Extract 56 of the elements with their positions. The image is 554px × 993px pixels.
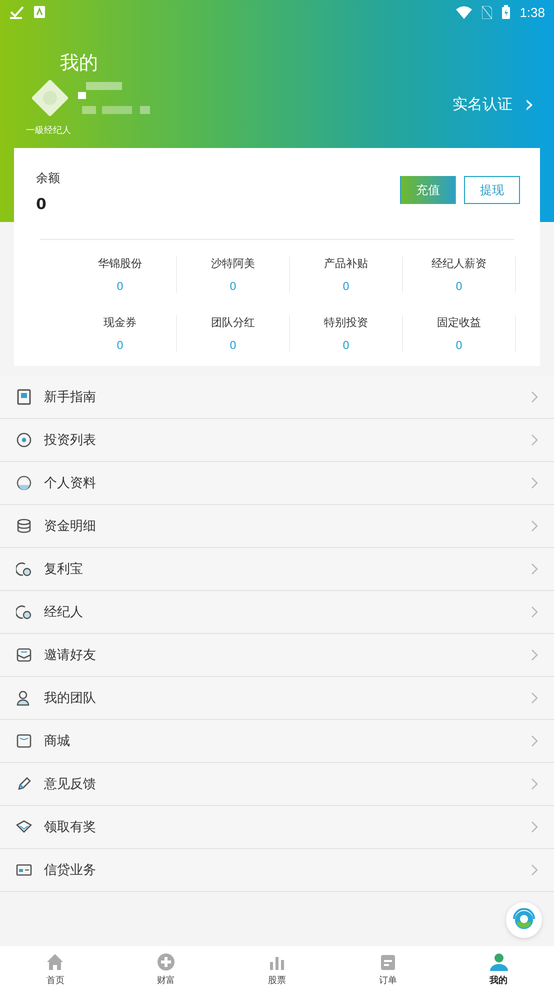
stat-value: 0 (230, 280, 236, 293)
chevron-icon (531, 649, 538, 661)
member-level: 一級经纪人 (26, 124, 72, 137)
chevron-icon (531, 520, 538, 532)
coins-icon (16, 518, 32, 534)
stat-label: 现金券 (104, 315, 136, 330)
tab[interactable]: 财富 (136, 946, 196, 993)
target-icon (16, 432, 32, 448)
stat-label: 经纪人薪资 (432, 256, 486, 271)
chevron-icon (531, 434, 538, 446)
balance-label: 余额 (36, 170, 60, 187)
stat-value: 0 (342, 339, 350, 352)
gem-icon (16, 819, 32, 835)
chevron-icon (531, 606, 538, 618)
chevron-icon (531, 477, 538, 489)
stat-value: 0 (230, 339, 236, 352)
plus-icon (156, 952, 176, 972)
person-icon (488, 952, 509, 972)
chevron-icon (531, 821, 538, 833)
tab[interactable]: 首页 (25, 946, 86, 993)
support-button[interactable] (506, 902, 542, 938)
tab[interactable]: 订单 (358, 946, 418, 993)
tab[interactable]: 我的 (468, 946, 529, 993)
chevron-icon (531, 735, 538, 747)
chevron-icon (531, 563, 538, 575)
chevron-icon (531, 692, 538, 704)
avatar-icon (32, 80, 68, 116)
stat-value: 0 (116, 339, 124, 352)
wifi-icon (456, 6, 472, 18)
stat-label: 团队分红 (211, 315, 255, 330)
blurred-username (78, 80, 150, 116)
book-icon (16, 389, 32, 405)
chevron-icon: › (524, 92, 534, 116)
card-icon (16, 862, 32, 878)
pencil-icon (16, 776, 32, 792)
tab[interactable]: 股票 (246, 946, 307, 993)
stat-label: 固定收益 (437, 315, 481, 330)
stat-label: 华锦股份 (98, 256, 142, 271)
stat-value: 0 (342, 280, 350, 293)
chevron-icon (531, 778, 538, 790)
page-title: 我的 (60, 51, 99, 76)
chevron-icon (531, 864, 538, 876)
no-sim-icon (482, 6, 492, 18)
stat-label: 产品补贴 (324, 256, 368, 271)
balance-value: 0 (36, 195, 48, 213)
stat-value: 0 (116, 280, 124, 293)
status-time: 1:38 (520, 4, 545, 20)
envelope-icon (16, 647, 32, 663)
stat-label: 特别投资 (324, 315, 368, 330)
stat-value: 0 (456, 280, 462, 293)
battery-icon (502, 5, 510, 19)
check-icon (10, 6, 24, 18)
stat-value: 0 (456, 339, 462, 352)
stat-label: 沙特阿美 (211, 256, 255, 271)
home-icon (45, 952, 66, 972)
chevron-icon (531, 391, 538, 403)
